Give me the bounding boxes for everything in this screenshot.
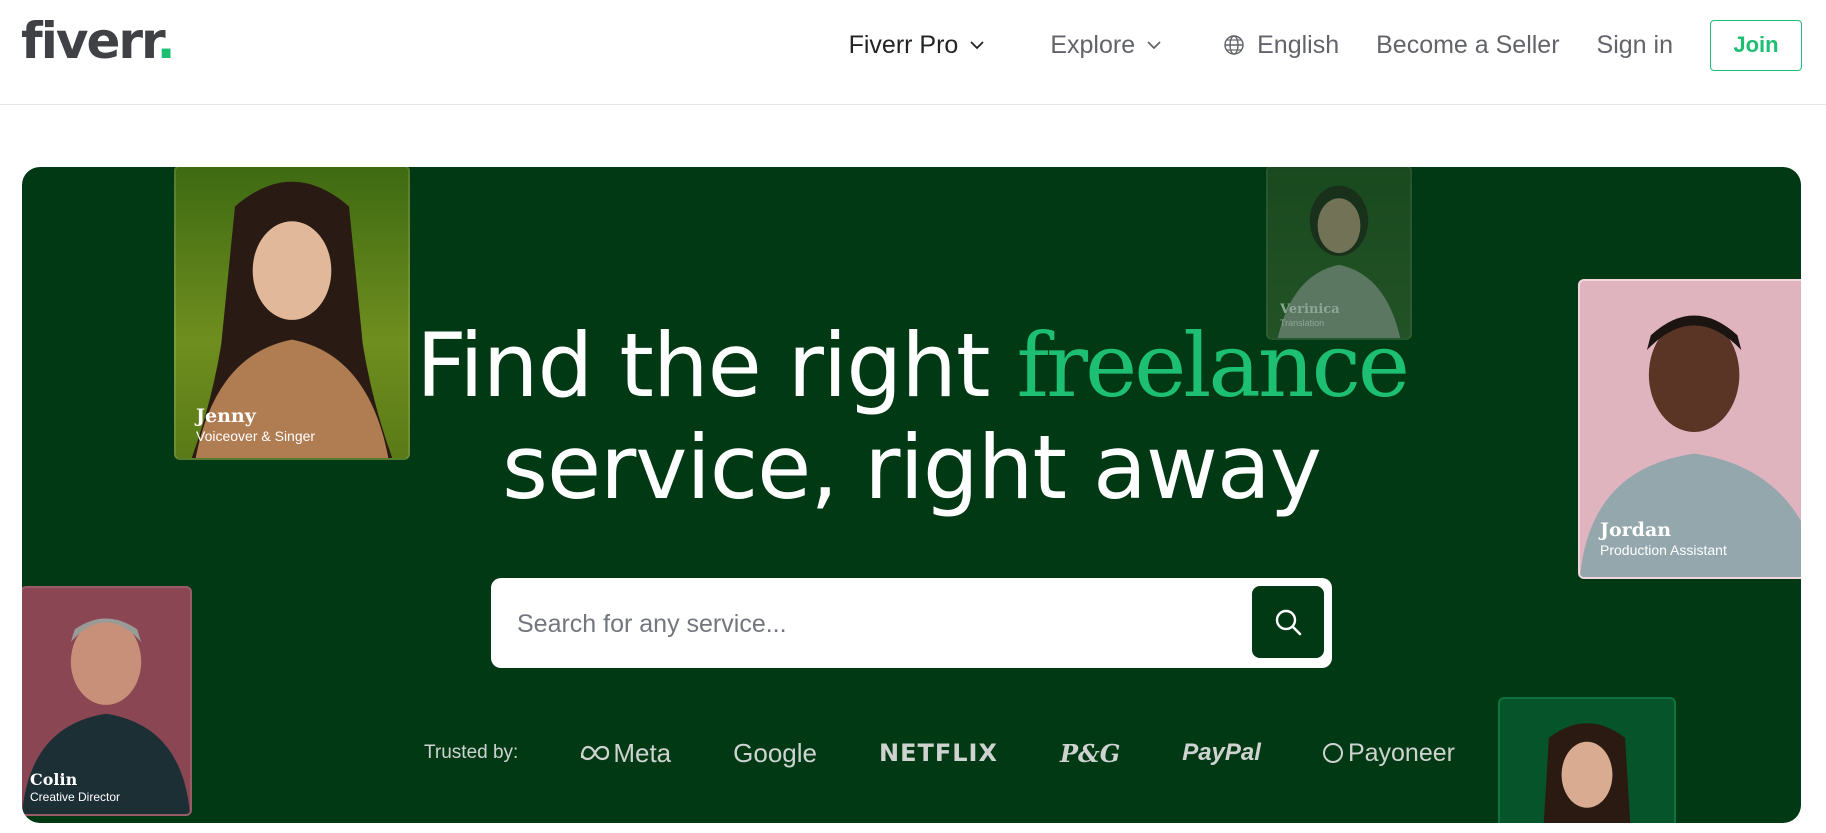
language-label: English: [1257, 30, 1340, 59]
freelancer-photo: [1543, 723, 1631, 823]
trusted-by-row: Trusted by: Meta Google NETFLIX P&G PayP…: [424, 733, 1455, 773]
freelancer-caption: Jordan Production Assistant: [1600, 519, 1727, 558]
pg-logo: P&G: [1059, 738, 1121, 768]
chevron-down-icon: [970, 41, 984, 50]
payoneer-logo: Payoneer: [1322, 739, 1455, 768]
netflix-logo: NETFLIX: [879, 739, 998, 767]
freelancer-name: Colin: [30, 770, 78, 789]
freelancer-card-colin: Colin Creative Director: [22, 586, 192, 816]
hero-banner: Jenny Voiceover & Singer Verinica Transl…: [22, 167, 1801, 823]
fiverr-pro-label: Fiverr Pro: [848, 30, 959, 59]
search-input[interactable]: [515, 596, 1219, 652]
headline-part2: service, right away: [502, 416, 1322, 519]
language-selector[interactable]: English: [1223, 31, 1339, 60]
explore-label: Explore: [1050, 30, 1136, 59]
chevron-down-icon: [1147, 41, 1161, 50]
paypal-logo: PayPal: [1182, 739, 1261, 766]
join-button[interactable]: Join: [1710, 19, 1802, 71]
freelancer-caption: Colin Creative Director: [30, 770, 120, 804]
payoneer-ring-icon: [1322, 743, 1343, 763]
fiverr-pro-menu[interactable]: Fiverr Pro: [849, 31, 987, 60]
freelancer-name: Jordan: [1600, 519, 1672, 541]
globe-icon: [1224, 35, 1244, 55]
freelancer-role: Creative Director: [30, 790, 121, 804]
freelancer-role: Production Assistant: [1600, 542, 1727, 558]
hero-headline: Find the right freelance service, right …: [22, 315, 1801, 519]
search-button[interactable]: [1252, 586, 1324, 658]
search-bar: [491, 578, 1332, 668]
top-nav: Fiverr Pro Explore English Become a Sell…: [849, 18, 1802, 72]
google-logo: Google: [733, 737, 817, 768]
freelancer-card: [1498, 697, 1676, 823]
explore-menu[interactable]: Explore: [1050, 31, 1163, 60]
headline-accent: freelance: [1016, 314, 1409, 417]
search-icon: [1275, 609, 1302, 636]
sign-in-link[interactable]: Sign in: [1597, 31, 1673, 60]
meta-logo: Meta: [580, 738, 671, 769]
fiverr-logo[interactable]: fiverr.: [21, 12, 176, 70]
become-seller-link[interactable]: Become a Seller: [1376, 31, 1559, 60]
trusted-by-label: Trusted by:: [424, 742, 519, 763]
headline-part1: Find the right: [416, 314, 990, 417]
top-header: fiverr. Fiverr Pro Explore English Becom…: [0, 0, 1826, 105]
meta-infinity-icon: [581, 745, 610, 761]
